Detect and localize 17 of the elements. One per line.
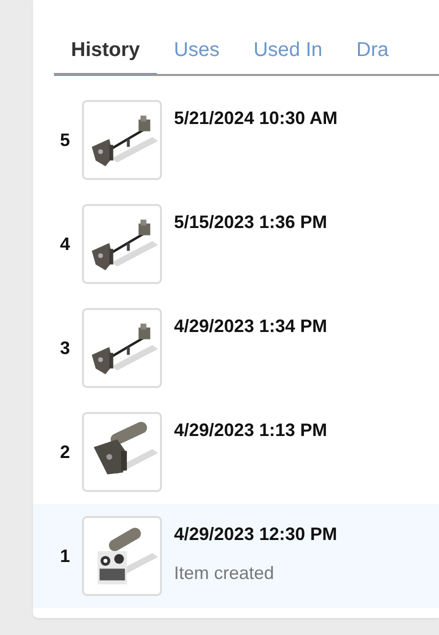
- version-number: 2: [58, 442, 71, 462]
- version-row[interactable]: 3 4/29/2023 1:34 PM: [33, 296, 439, 400]
- version-row[interactable]: 1 4/29/2023 12:30 PM Item created: [33, 504, 439, 608]
- version-date: 5/21/2024 10:30 AM: [174, 108, 338, 129]
- version-date: 4/29/2023 12:30 PM: [174, 524, 338, 545]
- version-number: 3: [58, 338, 71, 358]
- version-note: Item created: [174, 563, 276, 584]
- version-number: 4: [58, 234, 71, 254]
- version-row[interactable]: 4 5/15/2023 1:36 PM: [33, 192, 439, 296]
- version-row[interactable]: 2 4/29/2023 1:13 PM: [33, 400, 439, 504]
- version-date: 5/15/2023 1:36 PM: [174, 212, 328, 233]
- version-number: 1: [58, 546, 71, 566]
- version-number: 5: [58, 130, 71, 150]
- version-date: 4/29/2023 1:34 PM: [174, 316, 328, 337]
- tab[interactable]: History: [54, 36, 157, 74]
- version-date: 4/29/2023 1:13 PM: [174, 420, 328, 441]
- version-row[interactable]: 5 5/21/2024 10:30 AM: [33, 88, 439, 192]
